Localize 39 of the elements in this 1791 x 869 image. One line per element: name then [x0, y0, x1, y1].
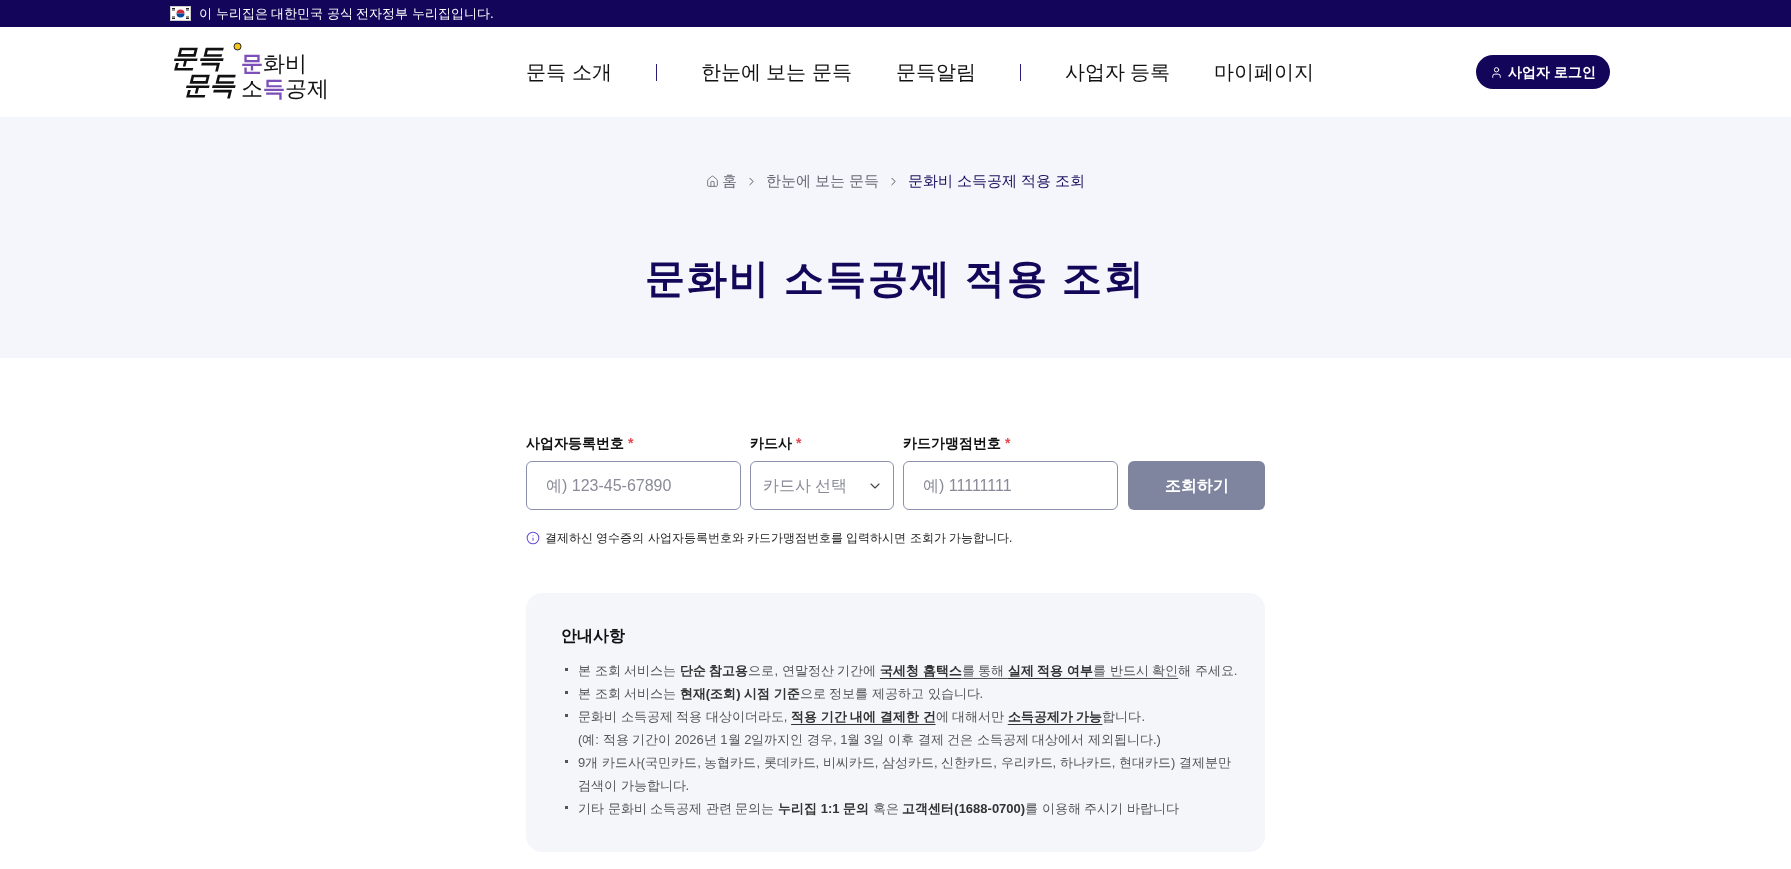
breadcrumb-home-link[interactable]: 홈: [705, 171, 737, 191]
input-field[interactable]: 예) 11111111: [903, 461, 1118, 510]
field-label: 사업자등록번호 *: [526, 434, 635, 453]
hint-text: 결제하신 영수증의 사업자등록번호와 카드가맹점번호를 입력하시면 조회가 가능합니다.: [545, 530, 1013, 547]
sun-icon: [233, 42, 242, 51]
logo-script-text: 문득 문득: [171, 45, 235, 99]
gov-banner-text: 이 누리집은 대한민국 공식 전자정부 누리집입니다.: [199, 4, 494, 23]
nav-link[interactable]: 한눈에 보는 문득: [700, 58, 852, 86]
breadcrumb-current: 문화비 소득공제 적용 조회: [907, 171, 1086, 191]
page-title: 문화비 소득공제 적용 조회: [644, 255, 1147, 302]
nav-link[interactable]: 문득알림: [895, 58, 976, 86]
info-icon: [526, 531, 540, 545]
input-field[interactable]: 예) 123-45-67890: [526, 461, 741, 510]
notice-item-text: 9개 카드사(국민카드, 농협카드, 롯데카드, 비씨카드, 삼성카드, 신한카드, 우리카드, 하나카드, 현대카드) 결제분만 검색이 가능합니다.: [578, 754, 1232, 795]
home-icon: [705, 174, 719, 188]
select-dropdown[interactable]: 카드사 선택: [750, 461, 894, 510]
nav-link[interactable]: 마이페이지: [1214, 58, 1315, 86]
bullet-icon: [565, 714, 568, 717]
bullet-icon: [565, 691, 568, 694]
notice-item-text: 문화비 소득공제 적용 대상이더라도, 적용 기간 내에 결제한 건에 대해서만 소득공제가 가능합니다. (예: 적용 기간이 2026년 1월 2일까지인 경우, 1월 3일 이후 결제 건은 소득공제 대상에서 제외됩니다.): [578, 708, 1161, 749]
field-label: 카드사 *: [750, 434, 803, 453]
flag-icon: [170, 6, 191, 21]
bullet-icon: [565, 806, 568, 809]
bullet-icon: [565, 760, 568, 763]
logo-text: 문화비: [241, 51, 308, 76]
nav-link[interactable]: 사업자 등록: [1064, 58, 1171, 86]
nav-link[interactable]: 문득 소개: [526, 58, 612, 86]
user-icon: [1490, 65, 1504, 79]
field-label: 카드가맹점번호 *: [903, 434, 1012, 453]
bullet-icon: [565, 668, 568, 671]
nav-divider: [655, 63, 657, 81]
notice-item-text: 본 조회 서비스는 현재(조회) 시점 기준으로 정보를 제공하고 있습니다.: [578, 685, 984, 703]
notice-title: 안내사항: [561, 626, 626, 646]
notice-item-text: 기타 문화비 소득공제 관련 문의는 누리집 1:1 문의 혹은 고객센터(1688-0700)를 이용해 주시기 바랍니다: [578, 800, 1179, 818]
nav-divider: [1019, 63, 1021, 81]
breadcrumb-link[interactable]: 한눈에 보는 문득: [765, 171, 879, 191]
notice-item-text: 본 조회 서비스는 단순 참고용으로, 연말정산 기간에 국세청 홈택스를 통해 실제 적용 여부를 반드시 확인해 주세요.: [578, 662, 1238, 680]
login-button[interactable]: 사업자 로그인: [1476, 55, 1610, 89]
logo-text: 소득공제: [241, 76, 329, 101]
